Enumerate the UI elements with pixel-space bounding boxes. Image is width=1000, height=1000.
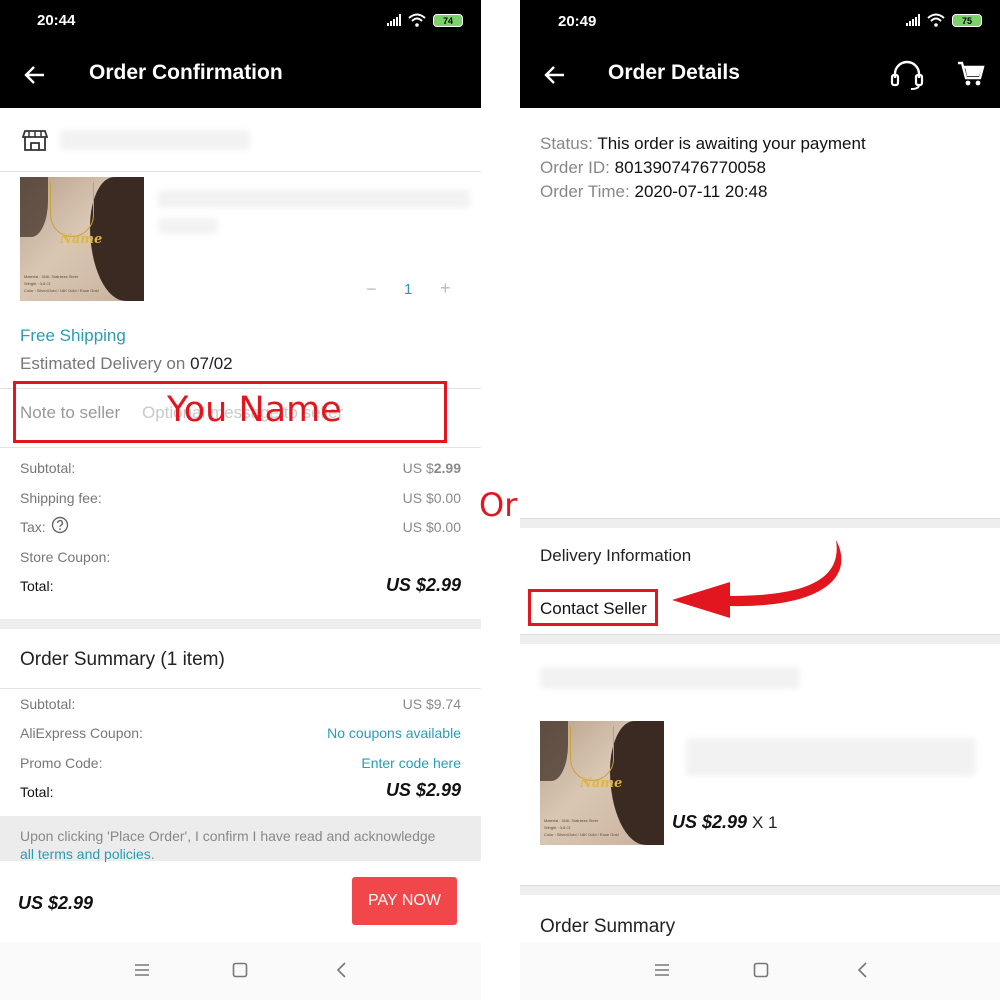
headset-icon[interactable] [890, 60, 924, 90]
shipping-fee-label: Shipping fee: [20, 490, 102, 506]
comparison-canvas: 20:44 74 Order Confirmation Name Materia… [0, 0, 1000, 1000]
order-time-value: 2020-07-11 20:48 [634, 182, 768, 201]
free-shipping-label: Free Shipping [20, 326, 126, 345]
minus-icon[interactable]: − [366, 279, 377, 300]
cart-icon[interactable] [957, 60, 985, 88]
status-icons: 75 [906, 13, 982, 27]
quantity-value: 1 [404, 281, 413, 298]
order-status-block: Status: This order is awaiting your paym… [540, 131, 866, 205]
status-time: 20:49 [558, 13, 597, 30]
page-title: Order Confirmation [89, 61, 283, 84]
subtotal-prefix: US $ [402, 460, 434, 476]
store-coupon-label: Store Coupon: [20, 549, 111, 565]
battery-icon: 75 [952, 13, 982, 27]
order-confirmation-screen: 20:44 74 Order Confirmation Name Materia… [0, 0, 481, 1000]
store-icon [22, 130, 48, 151]
store-name-blurred [60, 130, 250, 150]
product-title-blurred [158, 190, 470, 208]
wifi-icon [408, 13, 426, 27]
status-time: 20:44 [37, 12, 76, 29]
store-name-blurred [540, 667, 800, 689]
contact-seller-annotation-box [528, 589, 658, 626]
order-id-value: 8013907476770058 [614, 158, 766, 177]
wifi-icon [927, 13, 945, 27]
estimated-delivery-date: 07/02 [190, 354, 233, 373]
item-quantity: X 1 [752, 813, 778, 832]
summary-subtotal-label: Subtotal: [20, 696, 76, 712]
back-arrow-icon[interactable] [23, 63, 47, 87]
delivery-information[interactable]: Delivery Information [540, 546, 691, 566]
summary-subtotal-value: US $9.74 [402, 696, 461, 712]
order-time-label: Order Time: [540, 182, 630, 201]
status-value: This order is awaiting your payment [597, 134, 866, 153]
subtotal-label: Subtotal: [20, 460, 76, 476]
footer-total: US $2.99 [18, 893, 94, 913]
product-image[interactable]: Name Material : 316L Stainless Steel Wei… [20, 177, 144, 301]
menu-icon[interactable] [653, 961, 671, 979]
terms-block: Upon clicking 'Place Order', I confirm I… [0, 816, 481, 862]
order-id-label: Order ID: [540, 158, 610, 177]
home-icon[interactable] [231, 961, 249, 979]
signal-icon [906, 14, 920, 26]
status-icons: 74 [387, 13, 463, 27]
system-nav-bar [520, 942, 1000, 1000]
terms-text: Upon clicking 'Place Order', I confirm I… [20, 828, 436, 844]
order-details-screen: 20:49 75 Order Details Status: This orde… [520, 0, 1000, 1000]
product-variant-blurred [158, 218, 218, 234]
page-title: Order Details [608, 61, 740, 84]
plus-icon[interactable]: + [440, 278, 451, 299]
nav-back-icon[interactable] [333, 961, 351, 979]
question-icon[interactable] [51, 516, 69, 534]
signal-icon [387, 14, 401, 26]
order-summary-title: Order Summary (1 item) [20, 649, 225, 670]
subtotal-value: US $2.99 [403, 460, 461, 476]
status-label: Status: [540, 134, 593, 153]
product-title-blurred [686, 738, 976, 776]
aliexpress-coupon-label: AliExpress Coupon: [20, 725, 143, 741]
total-value: US $2.99 [385, 575, 461, 595]
or-label: Or [479, 486, 518, 524]
summary-total-value: US $2.99 [385, 780, 461, 800]
pay-now-button[interactable]: PAY NOW [352, 877, 457, 925]
shipping-fee-value: US $0.00 [402, 490, 461, 506]
estimated-delivery-prefix: Estimated Delivery on [20, 354, 191, 373]
subtotal-amount: 2.99 [433, 460, 461, 476]
app-bar: 20:49 75 Order Details [520, 0, 1000, 108]
annotation-text: You Name [167, 390, 342, 430]
annotation-arrow [672, 540, 842, 618]
app-bar: 20:44 74 Order Confirmation [0, 0, 481, 108]
promo-code-link[interactable]: Enter code here [361, 755, 461, 771]
back-arrow-icon[interactable] [543, 63, 567, 87]
product-image[interactable]: Name Material : 316L Stainless Steel Wei… [540, 721, 664, 845]
total-label: Total: [20, 578, 54, 594]
terms-end: . [150, 846, 155, 862]
system-nav-bar [0, 942, 481, 1000]
battery-icon: 74 [433, 13, 463, 27]
tax-label: Tax: [20, 519, 46, 535]
aliexpress-coupon-link[interactable]: No coupons available [327, 725, 461, 741]
estimated-delivery: Estimated Delivery on 07/02 [20, 354, 233, 374]
order-summary-title: Order Summary [540, 916, 676, 937]
item-price: US $2.99 [672, 812, 748, 832]
menu-icon[interactable] [133, 961, 151, 979]
promo-code-label: Promo Code: [20, 755, 103, 771]
nav-back-icon[interactable] [854, 961, 872, 979]
home-icon[interactable] [752, 961, 770, 979]
tax-value: US $0.00 [402, 519, 461, 535]
terms-link[interactable]: all terms and policies [20, 846, 151, 862]
summary-total-label: Total: [20, 784, 54, 800]
